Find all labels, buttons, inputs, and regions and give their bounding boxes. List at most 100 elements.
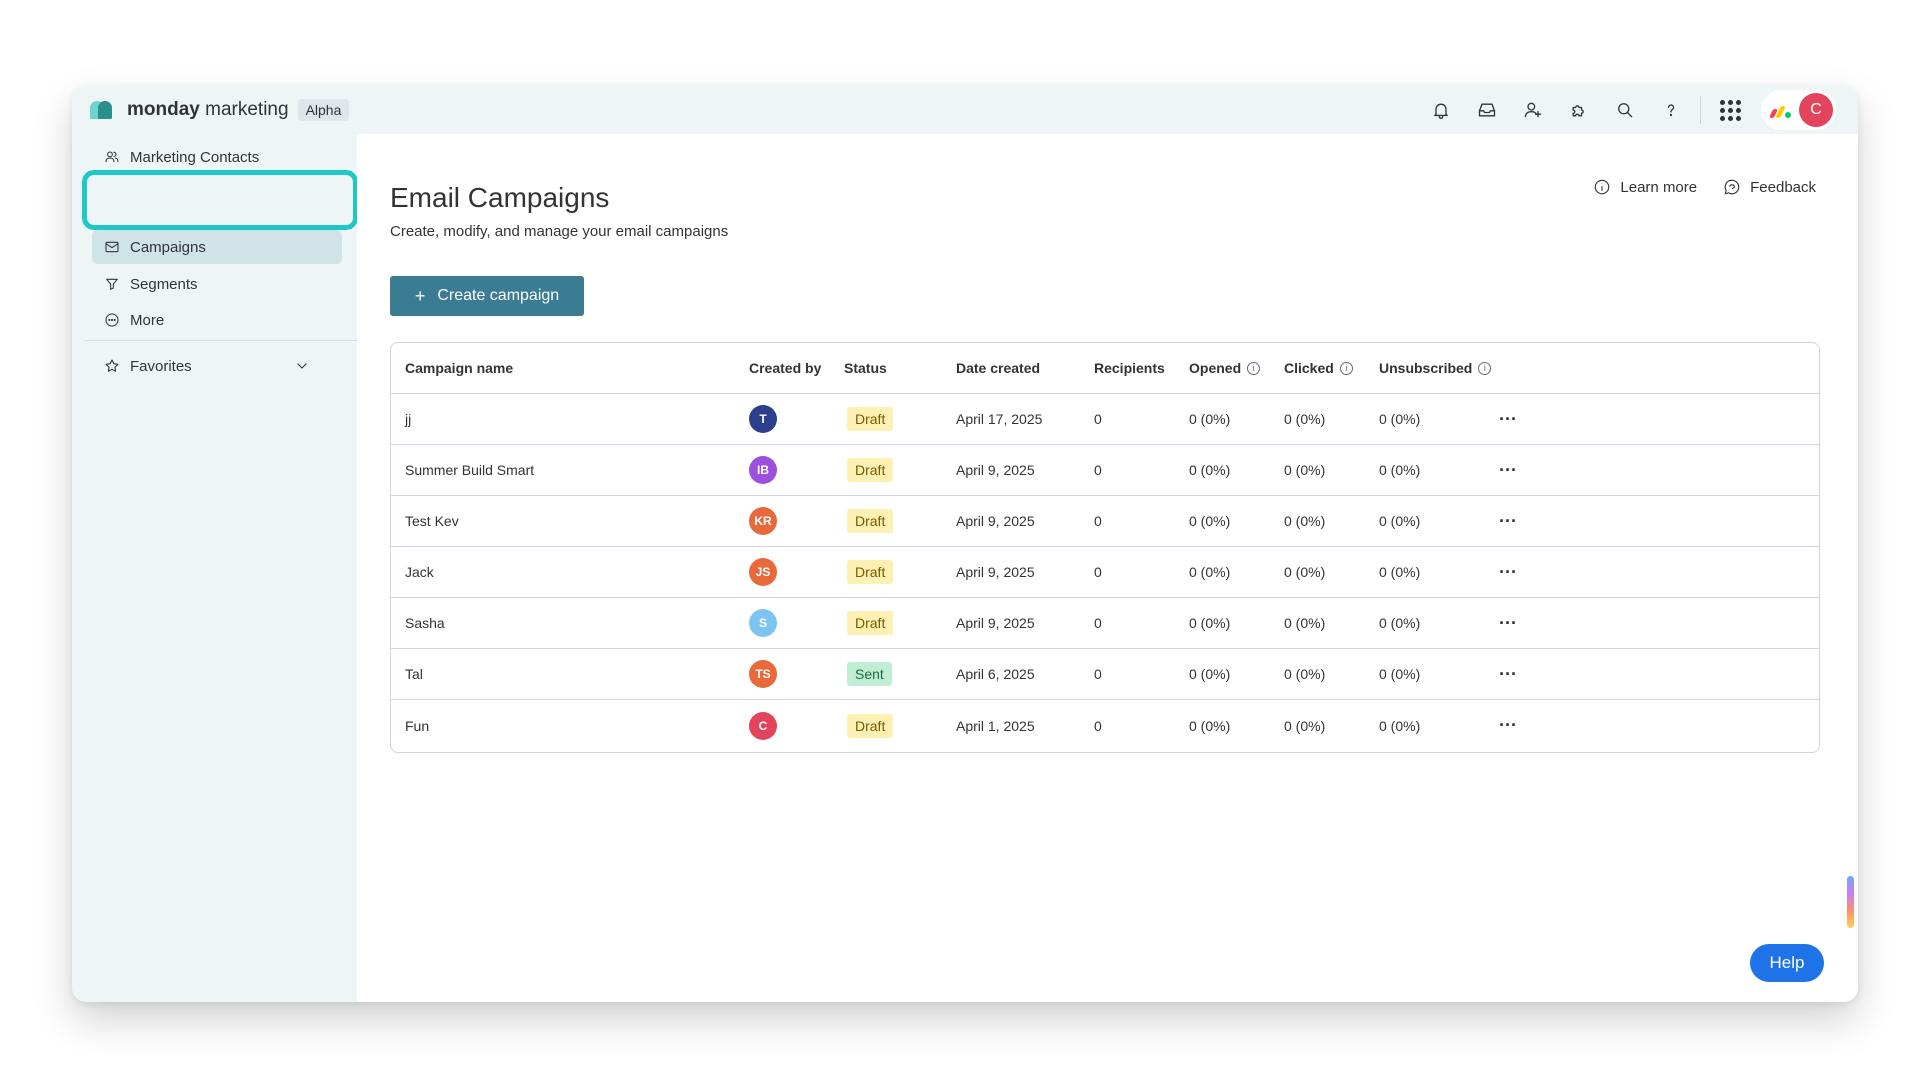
- header-unsubscribed[interactable]: Unsubscribed i: [1379, 343, 1492, 393]
- brand-name-bold: monday: [127, 99, 200, 120]
- help-icon[interactable]: [1648, 86, 1694, 134]
- bell-icon[interactable]: [1418, 86, 1464, 134]
- recipients: 0: [1094, 666, 1102, 682]
- recipients: 0: [1094, 615, 1102, 631]
- date-created: April 9, 2025: [956, 615, 1035, 631]
- monday-marketing-logo-icon: [90, 101, 118, 119]
- row-menu-icon[interactable]: ···: [1499, 700, 1517, 751]
- info-icon[interactable]: i: [1247, 361, 1261, 375]
- campaign-name[interactable]: jj: [405, 394, 411, 444]
- campaign-name[interactable]: Jack: [405, 547, 434, 597]
- table-row[interactable]: Test Kev KR Draft April 9, 2025 0 0 (0%) 0 (0%…: [391, 496, 1819, 547]
- sidebar-item-more[interactable]: More: [92, 303, 342, 337]
- row-menu-icon[interactable]: ···: [1499, 394, 1517, 444]
- table-row[interactable]: Summer Build Smart IB Draft April 9, 2025 0 0…: [391, 445, 1819, 496]
- unsubscribed: 0 (0%): [1379, 615, 1421, 631]
- plus-icon: +: [414, 285, 426, 306]
- star-icon: [105, 359, 119, 372]
- user-avatar[interactable]: C: [1799, 93, 1833, 127]
- unsubscribed: 0 (0%): [1379, 411, 1421, 427]
- status-badge: Draft: [847, 407, 894, 431]
- sidebar-item-segments[interactable]: Segments: [92, 267, 342, 301]
- status-cell: Sent: [847, 649, 892, 699]
- inbox-icon[interactable]: [1464, 86, 1510, 134]
- status-cell: Draft: [847, 445, 894, 495]
- row-menu-icon[interactable]: ···: [1499, 496, 1517, 546]
- avatar[interactable]: IB: [749, 456, 777, 484]
- campaigns-table: Campaign name Created by Status Date cre…: [390, 342, 1820, 753]
- avatar[interactable]: TS: [749, 660, 777, 688]
- header-recipients[interactable]: Recipients: [1094, 343, 1165, 393]
- sidebar-item-label: More: [130, 311, 165, 329]
- page-title: Email Campaigns: [390, 182, 610, 213]
- table-row[interactable]: Fun C Draft April 1, 2025 0 0 (0%) 0 (0%) 0 (0%…: [391, 700, 1819, 751]
- row-menu-icon[interactable]: ···: [1499, 445, 1517, 495]
- account-switcher[interactable]: C: [1761, 90, 1836, 130]
- header-created-by[interactable]: Created by: [749, 343, 821, 393]
- help-button[interactable]: Help: [1750, 944, 1824, 982]
- learn-more-label: Learn more: [1620, 178, 1698, 196]
- header-campaign-name[interactable]: Campaign name: [405, 343, 513, 393]
- campaign-name[interactable]: Summer Build Smart: [405, 445, 534, 495]
- feedback-link[interactable]: Feedback: [1723, 178, 1816, 196]
- avatar[interactable]: S: [749, 609, 777, 637]
- row-menu-icon[interactable]: ···: [1499, 547, 1517, 597]
- opened: 0 (0%): [1189, 717, 1231, 734]
- brand[interactable]: monday marketing Alpha: [90, 99, 350, 121]
- brand-name-rest: marketing: [199, 99, 289, 120]
- sidebar-favorites-label: Favorites: [130, 357, 192, 375]
- clicked: 0 (0%): [1284, 717, 1326, 734]
- status-cell: Draft: [847, 496, 894, 546]
- unsubscribed: 0 (0%): [1379, 666, 1421, 682]
- header-clicked[interactable]: Clicked i: [1284, 343, 1353, 393]
- campaign-name[interactable]: Tal: [405, 649, 423, 699]
- info-icon[interactable]: i: [1478, 361, 1492, 375]
- sidebar-favorites[interactable]: Favorites: [92, 349, 342, 383]
- opened: 0 (0%): [1189, 411, 1231, 427]
- header-status[interactable]: Status: [844, 343, 887, 393]
- invite-user-icon[interactable]: [1510, 86, 1556, 134]
- table-row[interactable]: jj T Draft April 17, 2025 0 0 (0%) 0 (0%) 0 (0%…: [391, 394, 1819, 445]
- contacts-icon: [105, 151, 119, 163]
- header-opened[interactable]: Opened i: [1189, 343, 1261, 393]
- learn-more-link[interactable]: Learn more: [1593, 178, 1697, 196]
- unsubscribed: 0 (0%): [1379, 462, 1421, 478]
- avatar[interactable]: T: [749, 405, 777, 433]
- avatar[interactable]: KR: [749, 507, 777, 535]
- status-cell: Draft: [847, 598, 894, 648]
- unsubscribed: 0 (0%): [1379, 513, 1421, 529]
- puzzle-icon[interactable]: [1556, 86, 1602, 134]
- table-row[interactable]: Tal TS Sent April 6, 2025 0 0 (0%) 0 (0%) 0 (0%…: [391, 649, 1819, 700]
- created-by-cell: JS: [749, 547, 777, 597]
- monday-logo-icon: [1768, 102, 1791, 118]
- info-icon[interactable]: i: [1339, 361, 1353, 375]
- create-campaign-button[interactable]: + Create campaign: [390, 276, 584, 316]
- row-menu-icon[interactable]: ···: [1499, 649, 1517, 699]
- avatar[interactable]: C: [749, 711, 777, 740]
- apps-grid-icon[interactable]: [1707, 86, 1753, 134]
- date-created: April 9, 2025: [956, 564, 1035, 580]
- scroll-handle[interactable]: [1847, 876, 1854, 928]
- header-date-created[interactable]: Date created: [956, 343, 1040, 393]
- row-menu-icon[interactable]: ···: [1499, 598, 1517, 648]
- recipients: 0: [1094, 717, 1102, 734]
- table-row[interactable]: Sasha S Draft April 9, 2025 0 0 (0%) 0 (0%) 0 (…: [391, 598, 1819, 649]
- sidebar-item-marketing-contacts[interactable]: Marketing Contacts: [92, 140, 342, 174]
- opened: 0 (0%): [1189, 666, 1231, 682]
- created-by-cell: C: [749, 700, 777, 751]
- campaign-name[interactable]: Fun: [405, 700, 429, 751]
- recipients: 0: [1094, 564, 1102, 580]
- clicked: 0 (0%): [1284, 615, 1326, 631]
- status-badge: Draft: [847, 713, 894, 738]
- create-campaign-label: Create campaign: [437, 287, 560, 304]
- more-circle-icon: [105, 313, 119, 327]
- search-icon[interactable]: [1602, 86, 1648, 134]
- campaign-name[interactable]: Test Kev: [405, 496, 459, 546]
- table-row[interactable]: Jack JS Draft April 9, 2025 0 0 (0%) 0 (0%) 0 (…: [391, 547, 1819, 598]
- avatar[interactable]: JS: [749, 558, 777, 586]
- opened: 0 (0%): [1189, 462, 1231, 478]
- sidebar-item-campaigns[interactable]: Campaigns: [92, 230, 342, 264]
- status-badge: Draft: [847, 458, 894, 482]
- chevron-down-icon[interactable]: [294, 358, 310, 374]
- campaign-name[interactable]: Sasha: [405, 598, 445, 648]
